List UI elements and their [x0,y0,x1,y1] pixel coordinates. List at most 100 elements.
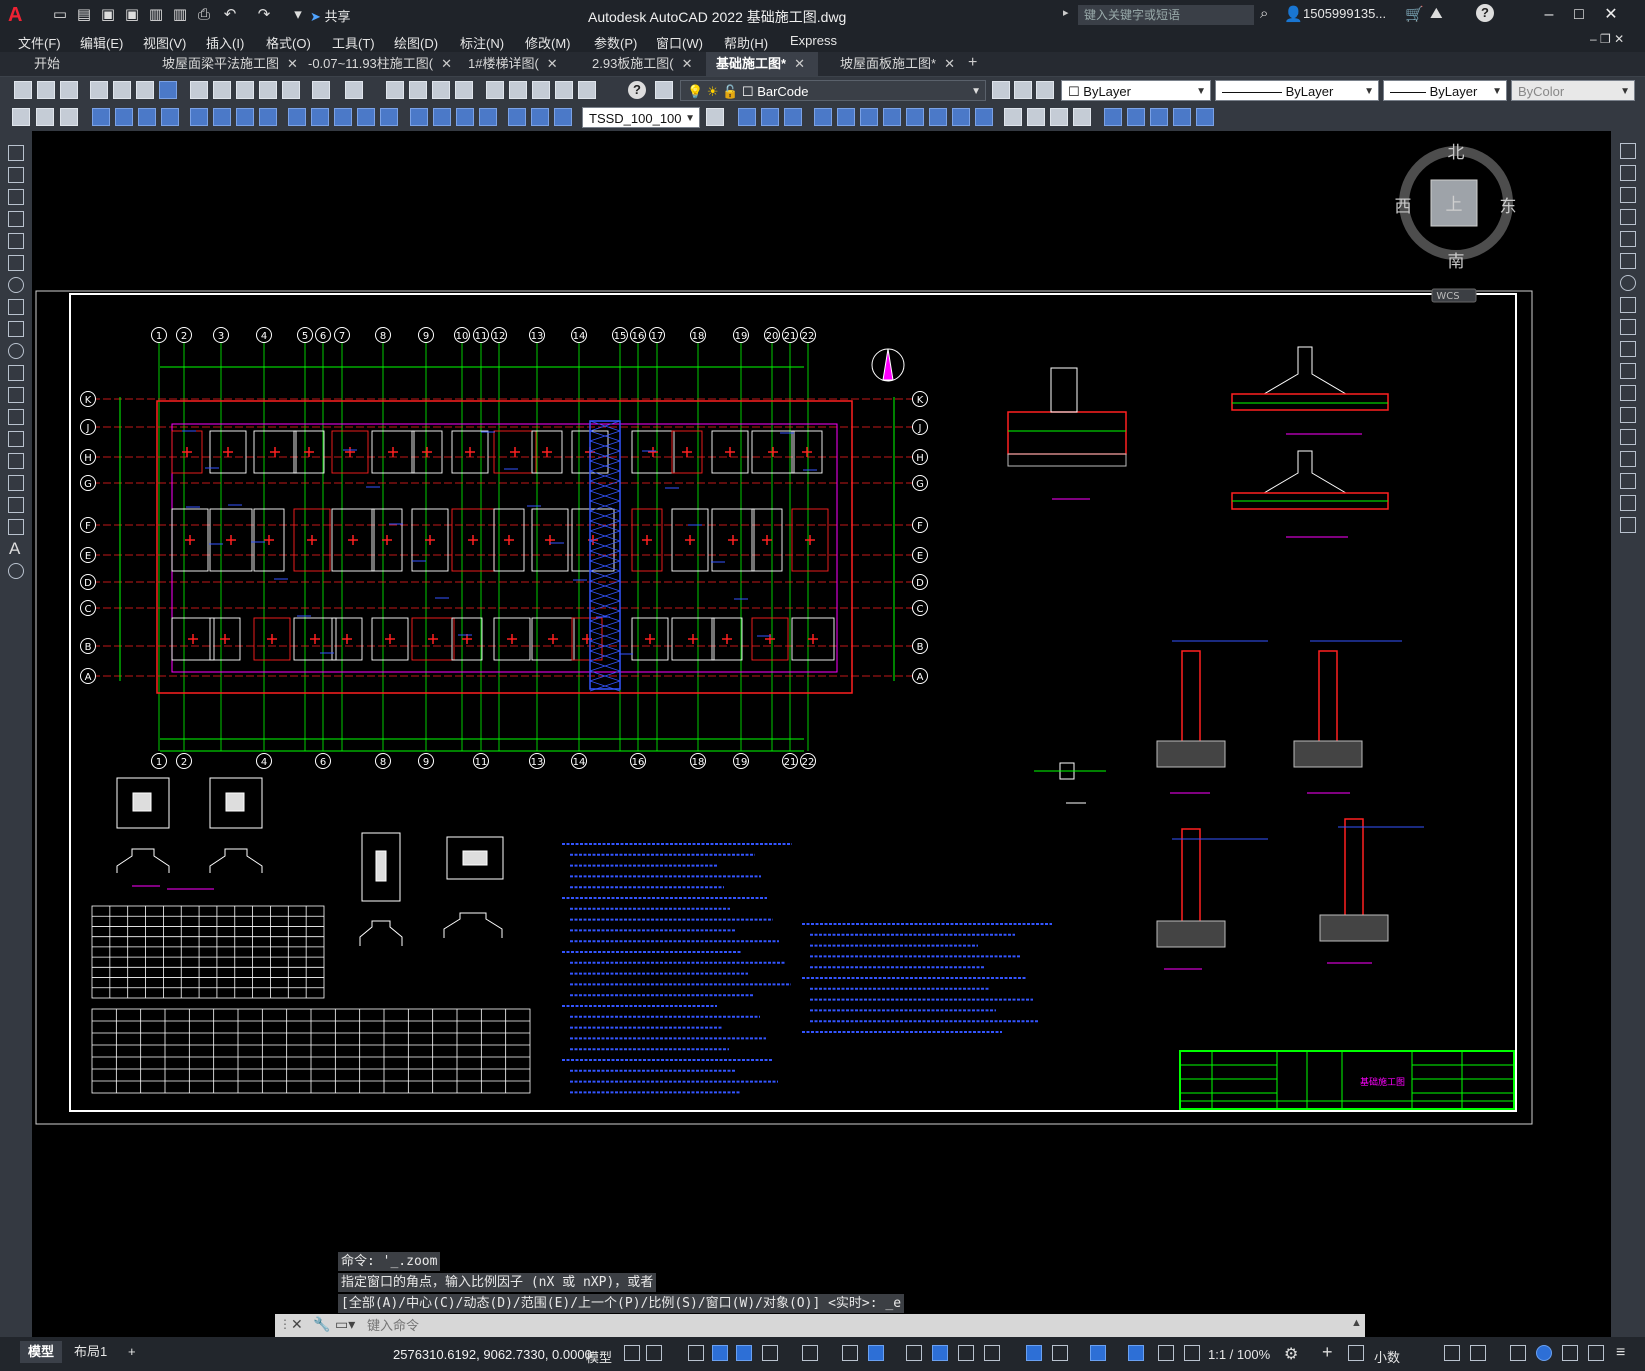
lineweight-icon[interactable] [906,1345,922,1361]
linetype-dropdown[interactable]: ByLayer ▼ [1215,80,1379,101]
ordinate-icon[interactable] [161,108,179,126]
blend-curves-icon[interactable] [1620,495,1636,511]
radius-icon[interactable] [190,108,208,126]
add-layout-button[interactable]: + [120,1341,144,1363]
menu-edit[interactable]: 编辑(E) [80,33,123,52]
graphics-performance-icon[interactable] [1562,1345,1578,1361]
grid-icon[interactable] [624,1345,640,1361]
extend-icon[interactable] [1620,363,1636,379]
line-icon[interactable] [8,145,24,161]
plus-icon[interactable]: + [1322,1342,1333,1363]
dim-edit-icon[interactable] [508,108,526,126]
view-icon-11[interactable] [975,108,993,126]
close-tab-icon[interactable]: ✕ [794,56,805,71]
share-button[interactable]: ➤ 共享 [310,6,351,25]
close-tab-icon[interactable]: ✕ [441,56,452,71]
circle-icon[interactable] [8,277,24,293]
command-input[interactable] [363,1317,1361,1335]
visual-style-icon-4[interactable] [1073,108,1091,126]
menu-format[interactable]: 格式(O) [266,33,311,52]
tab-stair[interactable]: 1#楼梯详图(✕ [458,52,582,76]
center-mark-icon[interactable] [433,108,451,126]
menu-window[interactable]: 窗口(W) [656,33,703,52]
redo-icon[interactable] [345,81,363,99]
dim-style-icon[interactable] [706,108,724,126]
menu-dimension[interactable]: 标注(N) [460,33,504,52]
baseline-icon[interactable] [311,108,329,126]
close-icon[interactable]: ✕ [291,1316,303,1333]
region-icon[interactable] [8,497,24,513]
angular-icon[interactable] [259,108,277,126]
continue-icon[interactable] [334,108,352,126]
visual-style-icon-2[interactable] [1027,108,1045,126]
save-web-icon[interactable]: ▥ [170,5,190,25]
model-space-toggle[interactable]: 模型 [586,1347,612,1366]
view-icon-7[interactable] [883,108,901,126]
dim-space-icon[interactable] [357,108,375,126]
autocad-logo-icon[interactable]: A [8,4,30,26]
menu-view[interactable]: 视图(V) [143,33,186,52]
save-as-icon[interactable]: ▣ [122,5,142,25]
save-icon[interactable]: ▣ [98,5,118,25]
customize-icon[interactable]: 🔧 [313,1316,330,1333]
autodesk-app-icon[interactable]: ⛰ [1430,5,1443,22]
design-center-icon[interactable] [509,81,527,99]
annotation-scale-dropdown[interactable]: 1:1 / 100% [1208,1347,1270,1362]
chevron-right-icon[interactable]: ▸ [1063,6,1069,19]
selection-filter-icon[interactable] [1052,1345,1068,1361]
menu-insert[interactable]: 插入(I) [206,33,244,52]
dynamic-ucs-icon[interactable] [1026,1345,1042,1361]
mirror-icon[interactable] [1620,187,1636,203]
polyline-icon[interactable] [8,189,24,205]
polygon-icon[interactable] [8,211,24,227]
command-prompt-icon[interactable]: ▭▾ [335,1316,355,1333]
point-icon[interactable] [8,431,24,447]
ucs-icon-1[interactable] [1104,108,1122,126]
stretch-icon[interactable] [1620,319,1636,335]
tolerance-icon[interactable] [410,108,428,126]
modify-icon-1[interactable] [12,108,30,126]
arc-length-icon[interactable] [138,108,156,126]
layout-tab-model[interactable]: 模型 [20,1341,63,1363]
ellipse-icon[interactable] [8,343,24,359]
array-icon[interactable] [1620,231,1636,247]
revision-cloud-icon[interactable] [8,299,24,315]
make-block-icon[interactable] [8,409,24,425]
open-file-icon[interactable]: ▤ [74,5,94,25]
pan-icon[interactable] [386,81,404,99]
open-icon[interactable] [37,81,55,99]
search-input[interactable]: 键入关键字或短语 [1078,5,1254,25]
viewcube[interactable]: 上 北 南 东 西 WCS [1395,143,1517,303]
maximize-icon[interactable]: □ [1566,3,1592,27]
ucs-icon-3[interactable] [1150,108,1168,126]
ucs-icon-2[interactable] [1127,108,1145,126]
gizmo-icon[interactable] [1090,1345,1106,1361]
menu-modify[interactable]: 修改(M) [525,33,571,52]
polar-icon[interactable] [762,1345,778,1361]
fullscreen-icon[interactable] [1588,1345,1604,1361]
rectangle-icon[interactable] [8,233,24,249]
view-icon-9[interactable] [929,108,947,126]
search-icon[interactable]: ⌕ [1260,5,1268,22]
doc-window-controls[interactable]: – ❐ ✕ [1590,32,1624,46]
close-tab-icon[interactable]: ✕ [547,56,558,71]
chevron-up-icon[interactable]: ▲ [1351,1317,1362,1329]
copy-icon[interactable] [1620,165,1636,181]
save-icon[interactable] [60,81,78,99]
help-icon[interactable]: ? [1476,4,1494,22]
paste-icon[interactable] [236,81,254,99]
menu-express[interactable]: Express [790,33,837,48]
arc-icon[interactable] [8,255,24,271]
modify-icon-2[interactable] [36,108,54,126]
new-file-icon[interactable]: ▭ [50,5,70,25]
plot-icon[interactable] [90,81,108,99]
dim-text-edit-icon[interactable] [531,108,549,126]
zoom-previous-icon[interactable] [455,81,473,99]
view-icon-2[interactable] [761,108,779,126]
user-account[interactable]: 1505999135... [1303,6,1386,21]
auto-scale-icon[interactable] [1158,1345,1174,1361]
lock-ui-icon[interactable] [1470,1345,1486,1361]
units-dropdown[interactable]: 小数 [1374,1347,1400,1366]
fillet-icon[interactable] [1620,473,1636,489]
break-at-point-icon[interactable] [1620,385,1636,401]
